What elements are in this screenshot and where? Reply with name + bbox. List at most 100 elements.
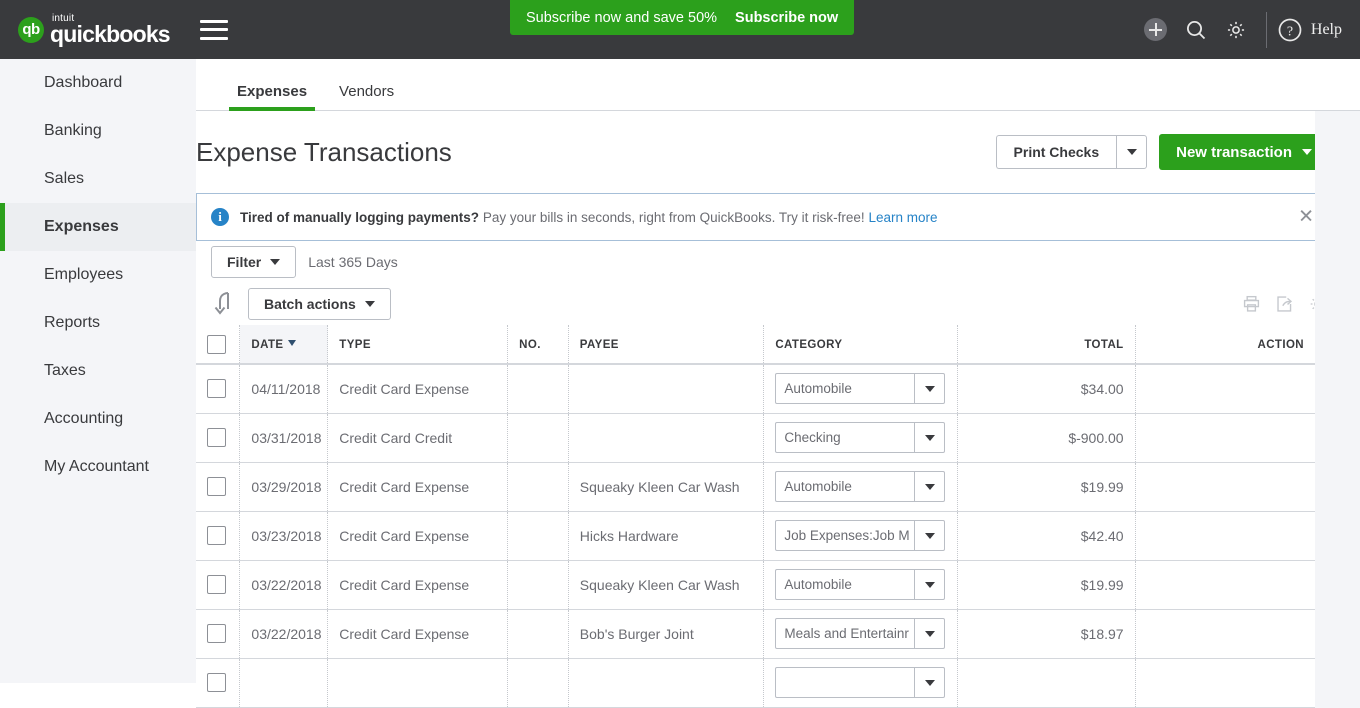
column-header-label: DATE (251, 338, 284, 351)
row-checkbox[interactable] (207, 379, 226, 399)
print-checks-button[interactable]: Print Checks (995, 135, 1117, 169)
category-select[interactable]: Meals and Entertainr (775, 618, 946, 649)
sidebar-item-sales[interactable]: Sales (0, 155, 196, 203)
cell-date: 03/23/2018 (239, 511, 329, 561)
category-dropdown-arrow[interactable] (914, 619, 944, 648)
promo-banner: Subscribe now and save 50% Subscribe now (510, 0, 855, 35)
column-header-payee[interactable]: PAYEE (568, 325, 765, 365)
category-dropdown-arrow[interactable] (914, 423, 944, 452)
cell-action[interactable] (1135, 364, 1315, 414)
sort-descending-icon (288, 339, 297, 346)
tab-vendors[interactable]: Vendors (339, 83, 394, 110)
category-select[interactable]: Job Expenses:Job M (775, 520, 946, 551)
menu-icon[interactable] (199, 19, 228, 40)
cell-date: 03/29/2018 (239, 462, 329, 512)
column-header-total[interactable]: TOTAL (957, 325, 1136, 365)
tab-expenses[interactable]: Expenses (228, 83, 316, 111)
row-select-cell (196, 462, 241, 512)
category-dropdown-arrow[interactable] (914, 521, 944, 550)
sidebar-item-my-accountant[interactable]: My Accountant (0, 443, 196, 491)
cell-payee: Squeaky Kleen Car Wash (568, 462, 765, 512)
category-value: Job Expenses:Job M (784, 528, 910, 543)
row-checkbox[interactable] (207, 477, 226, 496)
batch-actions-button[interactable]: Batch actions (248, 288, 391, 320)
new-transaction-button[interactable]: New transaction (1159, 134, 1329, 170)
sidebar-item-taxes[interactable]: Taxes (0, 347, 196, 395)
sidebar-item-label: Employees (44, 266, 124, 283)
cell-total: $19.99 (957, 462, 1136, 512)
chevron-down-icon (924, 385, 935, 392)
column-header-type[interactable]: TYPE (327, 325, 509, 365)
sidebar-item-label: Banking (44, 122, 102, 139)
learn-more-link[interactable]: Learn more (868, 210, 937, 225)
gear-icon (1227, 21, 1244, 38)
cell-action[interactable] (1135, 413, 1315, 463)
cell-category: Automobile (763, 560, 958, 610)
date-range-label: Last 365 Days (308, 254, 398, 270)
row-checkbox[interactable] (207, 526, 226, 545)
category-value: Checking (784, 430, 841, 445)
banner-body-text: Pay your bills in seconds, right from Qu… (482, 209, 865, 225)
qb-logo-mark: qb (18, 16, 44, 43)
category-select[interactable]: Automobile (775, 471, 946, 502)
table-row[interactable]: 03/23/2018 Credit Card Expense Hicks Har… (196, 511, 1315, 561)
cell-action[interactable] (1135, 609, 1315, 659)
category-select[interactable]: Automobile (775, 373, 946, 405)
category-select[interactable]: Checking (775, 422, 946, 453)
tab-label: Vendors (339, 83, 395, 100)
cell-no (507, 560, 569, 610)
column-header-label: PAYEE (579, 338, 619, 351)
table-row[interactable]: 03/22/2018 Credit Card Expense Bob's Bur… (196, 609, 1315, 659)
row-select-cell (196, 413, 241, 463)
select-all-checkbox[interactable] (207, 335, 226, 354)
select-all-header (196, 325, 241, 365)
sidebar-item-accounting[interactable]: Accounting (0, 395, 196, 443)
category-dropdown-arrow[interactable] (914, 374, 944, 404)
cell-action[interactable] (1135, 560, 1315, 610)
cell-payee (568, 413, 765, 463)
row-checkbox[interactable] (207, 428, 226, 447)
settings-button[interactable] (1216, 10, 1256, 50)
cell-action[interactable] (1135, 511, 1315, 561)
table-row[interactable]: 03/29/2018 Credit Card Expense Squeaky K… (196, 462, 1315, 512)
column-header-date[interactable]: DATE (239, 325, 329, 365)
filter-button[interactable]: Filter (211, 246, 297, 278)
category-dropdown-arrow[interactable] (914, 570, 944, 599)
export-icon[interactable] (1275, 295, 1294, 314)
column-header-category[interactable]: CATEGORY (763, 325, 958, 365)
close-icon[interactable]: ✕ (1298, 208, 1314, 227)
subscribe-now-button[interactable]: Subscribe now (735, 10, 838, 26)
add-new-button[interactable] (1136, 10, 1176, 50)
table-row[interactable]: 03/31/2018 Credit Card Credit Checking $… (196, 413, 1315, 463)
sidebar-item-banking[interactable]: Banking (0, 107, 196, 155)
category-dropdown-arrow[interactable] (914, 472, 944, 501)
category-select[interactable]: Automobile (775, 569, 946, 600)
cell-no (507, 462, 569, 512)
sidebar-item-label: My Accountant (44, 458, 149, 475)
cell-category: Meals and Entertainr (763, 609, 958, 659)
search-button[interactable] (1176, 10, 1216, 50)
quickbooks-logo[interactable]: qb intuit quickbooks (18, 13, 171, 46)
main-content: Expenses Vendors Expense Transactions Pr… (196, 59, 1360, 708)
print-icon[interactable] (1242, 295, 1261, 314)
cell-date: 03/22/2018 (239, 609, 329, 659)
table-row[interactable]: 04/11/2018 Credit Card Expense Automobil… (196, 364, 1315, 414)
sidebar-item-employees[interactable]: Employees (0, 251, 196, 299)
cell-type: Credit Card Expense (327, 462, 509, 512)
batch-actions-label: Batch actions (264, 296, 356, 312)
row-checkbox[interactable] (207, 575, 226, 594)
cell-action[interactable] (1135, 462, 1315, 512)
table-row[interactable]: 03/22/2018 Credit Card Expense Squeaky K… (196, 560, 1315, 610)
top-bar-actions: ? Help (1136, 0, 1342, 59)
column-header-no[interactable]: NO. (507, 325, 569, 365)
help-button[interactable]: ? Help (1277, 17, 1342, 43)
row-checkbox[interactable] (207, 624, 226, 643)
table-header-row: DATE TYPE NO. PAYEE CATEGORY TOTAL ACTIO… (196, 325, 1315, 365)
gear-icon[interactable] (1308, 295, 1327, 314)
column-header-label: TOTAL (1084, 338, 1124, 351)
print-checks-dropdown-button[interactable] (1116, 135, 1148, 169)
sidebar-item-reports[interactable]: Reports (0, 299, 196, 347)
sidebar-item-expenses[interactable]: Expenses (0, 203, 196, 251)
sidebar-item-label: Taxes (44, 362, 86, 379)
sidebar-item-dashboard[interactable]: Dashboard (0, 59, 196, 107)
